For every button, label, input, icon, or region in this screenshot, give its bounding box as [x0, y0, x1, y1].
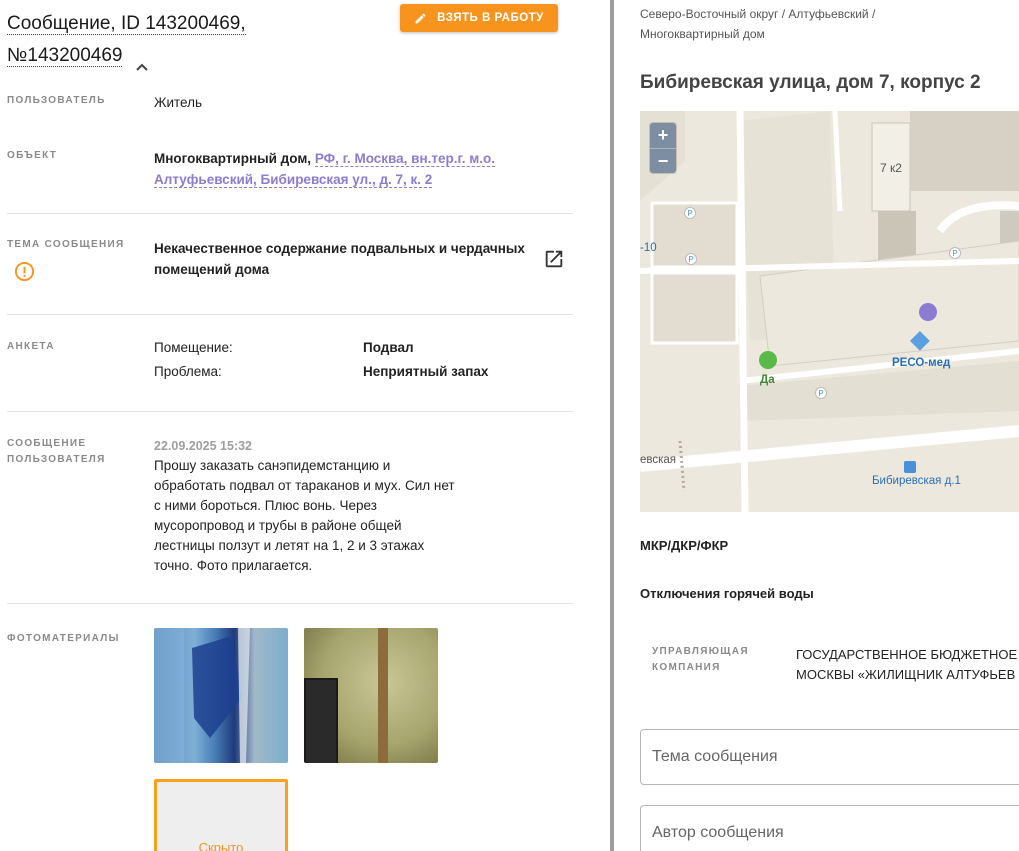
- message-title: Сообщение, ID 143200469, №143200469: [7, 8, 246, 72]
- topic-field[interactable]: [640, 729, 1019, 785]
- user-label: ПОЛЬЗОВАТЕЛЬ: [7, 95, 106, 106]
- management-company-value-line1: ГОСУДАРСТВЕННОЕ БЮДЖЕТНОЕ: [796, 647, 1018, 662]
- message-line: лестницы ползут и летят на 1, 2 и 3 этаж…: [154, 538, 425, 553]
- parking-icon: P: [815, 387, 827, 399]
- building-label: 7 к2: [880, 161, 902, 175]
- parking-icon: P: [685, 253, 697, 265]
- map-zoom-control: + −: [650, 123, 676, 173]
- message-label-line2: ПОЛЬЗОВАТЕЛЯ: [7, 454, 106, 465]
- photos-label: ФОТОМАТЕРИАЛЫ: [7, 633, 120, 644]
- divider: [7, 314, 573, 315]
- topic-line1: Некачественное содержание подвальных и ч…: [154, 241, 525, 256]
- author-field[interactable]: [640, 805, 1019, 851]
- hidden-photo-label: Скрыто: [198, 840, 244, 851]
- topic-line2: помещений дома: [154, 262, 270, 277]
- divider: [7, 411, 573, 412]
- hot-water-section[interactable]: Отключения горячей воды: [640, 586, 814, 601]
- divider: [7, 213, 573, 214]
- map-bus-stop[interactable]: Бибиревская д.1: [872, 475, 961, 487]
- photo-thumbnail-1[interactable]: [154, 628, 288, 763]
- photo-thumbnail-2[interactable]: [304, 628, 438, 763]
- message-label-line1: СООБЩЕНИЕ: [7, 438, 87, 449]
- map-street-label: евская: [640, 454, 677, 466]
- zoom-out-button[interactable]: −: [650, 148, 676, 173]
- map[interactable]: + − 7 к2 РЕСО-мед Да евская Бибиревская …: [640, 111, 1019, 512]
- survey-label: АНКЕТА: [7, 341, 55, 352]
- chevron-up-icon[interactable]: [136, 51, 148, 71]
- divider: [7, 603, 573, 604]
- address-title: Бибиревская улица, дом 7, корпус 2: [640, 72, 981, 93]
- map-poi-shop[interactable]: Да: [760, 374, 775, 386]
- title-line2: №143200469: [7, 45, 123, 67]
- management-company-value-line2: МОСКВЫ «ЖИЛИЩНИК АЛТУФЬЕВ: [796, 667, 1016, 682]
- object-address-link-1[interactable]: РФ, г. Москва, вн.тер.г. м.о.: [314, 151, 495, 167]
- message-line: Прошу заказать санэпидемстанцию и: [154, 458, 391, 473]
- user-value: Житель: [154, 95, 203, 110]
- topic-value: Некачественное содержание подвальных и ч…: [154, 238, 525, 280]
- message-line: точно. Фото прилагается.: [154, 558, 313, 573]
- parking-icon: P: [684, 207, 696, 219]
- map-road-number: -10: [640, 242, 657, 254]
- message-label: СООБЩЕНИЕ ПОЛЬЗОВАТЕЛЯ: [7, 436, 106, 468]
- management-company-value: ГОСУДАРСТВЕННОЕ БЮДЖЕТНОЕ МОСКВЫ «ЖИЛИЩН…: [796, 645, 1017, 685]
- message-line: с ними бороться. Плюс вонь. Через: [154, 498, 377, 513]
- author-input[interactable]: [641, 806, 1019, 851]
- management-company-label-line2: КОМПАНИЯ: [652, 662, 721, 673]
- message-datetime: 22.09.2025 15:32: [154, 439, 253, 453]
- survey-key-1: Помещение:: [154, 340, 233, 355]
- take-to-work-label: ВЗЯТЬ В РАБОТУ: [437, 12, 544, 24]
- message-line: мусоропровод и трубы в районе общей: [154, 518, 402, 533]
- object-prefix: Многоквартирный дом,: [154, 151, 312, 166]
- message-panel: Сообщение, ID 143200469, №143200469 ВЗЯТ…: [0, 0, 610, 851]
- take-to-work-button[interactable]: ВЗЯТЬ В РАБОТУ: [400, 4, 558, 32]
- management-company-label: УПРАВЛЯЮЩАЯ КОМПАНИЯ: [652, 644, 749, 676]
- map-poi-reso[interactable]: РЕСО-мед: [892, 357, 950, 369]
- parking-icon: P: [949, 247, 961, 259]
- topic-input[interactable]: [641, 730, 1019, 784]
- survey-value-1: Подвал: [363, 340, 414, 355]
- object-info-panel: Северо-Восточный округ / Алтуфьевский / …: [614, 0, 1019, 851]
- object-address-link-2[interactable]: Алтуфьевский, Бибиревская ул., д. 7, к. …: [154, 172, 433, 188]
- breadcrumb: Северо-Восточный округ / Алтуфьевский / …: [640, 4, 875, 44]
- message-line: обработать подвал от тараканов и мух. Си…: [154, 478, 455, 493]
- warning-icon: [14, 261, 35, 287]
- title-line1: Сообщение, ID 143200469,: [7, 13, 246, 35]
- zoom-in-button[interactable]: +: [650, 123, 676, 148]
- management-company-label-line1: УПРАВЛЯЮЩАЯ: [652, 646, 749, 657]
- survey-value-2: Неприятный запах: [363, 364, 489, 379]
- open-external-icon[interactable]: [543, 248, 565, 275]
- pencil-icon: [415, 13, 426, 23]
- message-body: 22.09.2025 15:32 Прошу заказать санэпиде…: [154, 436, 455, 576]
- breadcrumb-line2[interactable]: Многоквартирный дом: [640, 24, 875, 44]
- survey-key-2: Проблема:: [154, 364, 222, 379]
- topic-label: ТЕМА СООБЩЕНИЯ: [7, 239, 125, 250]
- mkr-section[interactable]: МКР/ДКР/ФКР: [640, 538, 728, 553]
- object-label: ОБЪЕКТ: [7, 150, 58, 161]
- photo-thumbnail-hidden[interactable]: Скрыто: [154, 779, 288, 851]
- breadcrumb-line1[interactable]: Северо-Восточный округ / Алтуфьевский /: [640, 4, 875, 24]
- object-value: Многоквартирный дом, РФ, г. Москва, вн.т…: [154, 148, 495, 190]
